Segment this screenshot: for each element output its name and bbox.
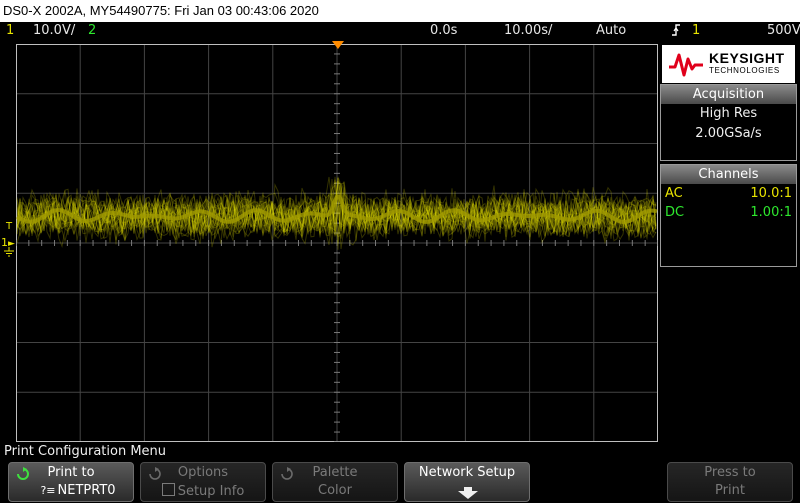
- waveform-display[interactable]: [16, 44, 658, 442]
- print-label: Print: [715, 483, 745, 498]
- time-scale[interactable]: 10.00s/: [504, 22, 552, 40]
- brand-sub: TECHNOLOGIES: [709, 66, 780, 75]
- ch2-probe: 1.00:1: [750, 205, 792, 220]
- status-bar: 1 10.0V/ 2 0.0s 10.00s/ Auto 1 500V: [0, 22, 800, 40]
- ch1-scale[interactable]: 10.0V/: [33, 22, 75, 40]
- channel-row-1[interactable]: AC 10.0:1: [661, 184, 796, 203]
- title-bar: DS0-X 2002A, MY54490775: Fri Jan 03 00:4…: [0, 0, 800, 22]
- palette-button[interactable]: Palette Color: [272, 462, 398, 502]
- print-to-label: Print to: [47, 465, 95, 480]
- ch1-number[interactable]: 1: [6, 22, 14, 40]
- ch2-number[interactable]: 2: [88, 22, 96, 40]
- trigger-channel[interactable]: 1: [692, 22, 700, 40]
- acquisition-rate: 2.00GSa/s: [695, 126, 762, 141]
- press-to-label: Press to: [704, 465, 756, 480]
- setup-info-option[interactable]: Setup Info: [141, 483, 265, 500]
- press-to-print-button[interactable]: Press to Print: [667, 462, 793, 502]
- trigger-position-marker[interactable]: [332, 41, 344, 50]
- channels-header: Channels: [661, 165, 796, 184]
- keysight-wave-icon: [669, 53, 703, 77]
- ch1-probe: 10.0:1: [750, 186, 792, 201]
- network-setup-button[interactable]: Network Setup: [404, 462, 530, 502]
- channel-row-2[interactable]: DC 1.00:1: [661, 203, 796, 222]
- palette-label: Palette: [312, 465, 358, 480]
- acquisition-header: Acquisition: [661, 85, 796, 104]
- channels-panel[interactable]: Channels AC 10.0:1 DC 1.00:1: [660, 164, 797, 267]
- keysight-logo: KEYSIGHT TECHNOLOGIES: [662, 45, 795, 83]
- options-button[interactable]: Options Setup Info: [140, 462, 266, 502]
- trigger-mode[interactable]: Auto: [596, 22, 626, 40]
- brand-name: KEYSIGHT: [709, 50, 785, 66]
- network-printer-icon: ?≡: [40, 484, 56, 497]
- acquisition-panel[interactable]: Acquisition High Res 2.00GSa/s: [660, 84, 797, 161]
- ground-icon: [4, 247, 14, 257]
- print-to-button[interactable]: Print to ?≡ NETPRT0: [8, 462, 134, 502]
- trigger-level[interactable]: 500V: [767, 22, 800, 40]
- acquisition-mode: High Res: [699, 106, 758, 121]
- ch2-coupling: DC: [665, 205, 685, 220]
- submenu-arrow-icon: [458, 487, 478, 499]
- palette-value: Color: [318, 483, 352, 498]
- trigger-level-marker[interactable]: T: [6, 222, 12, 232]
- network-setup-label: Network Setup: [418, 465, 516, 480]
- trigger-edge-icon: [670, 22, 682, 44]
- print-to-value: ?≡ NETPRT0: [40, 483, 116, 498]
- time-offset[interactable]: 0.0s: [430, 22, 457, 40]
- menu-title: Print Configuration Menu: [4, 444, 167, 459]
- setup-info-checkbox[interactable]: [161, 483, 175, 496]
- ch1-coupling: AC: [665, 186, 683, 201]
- options-label: Options: [177, 465, 229, 480]
